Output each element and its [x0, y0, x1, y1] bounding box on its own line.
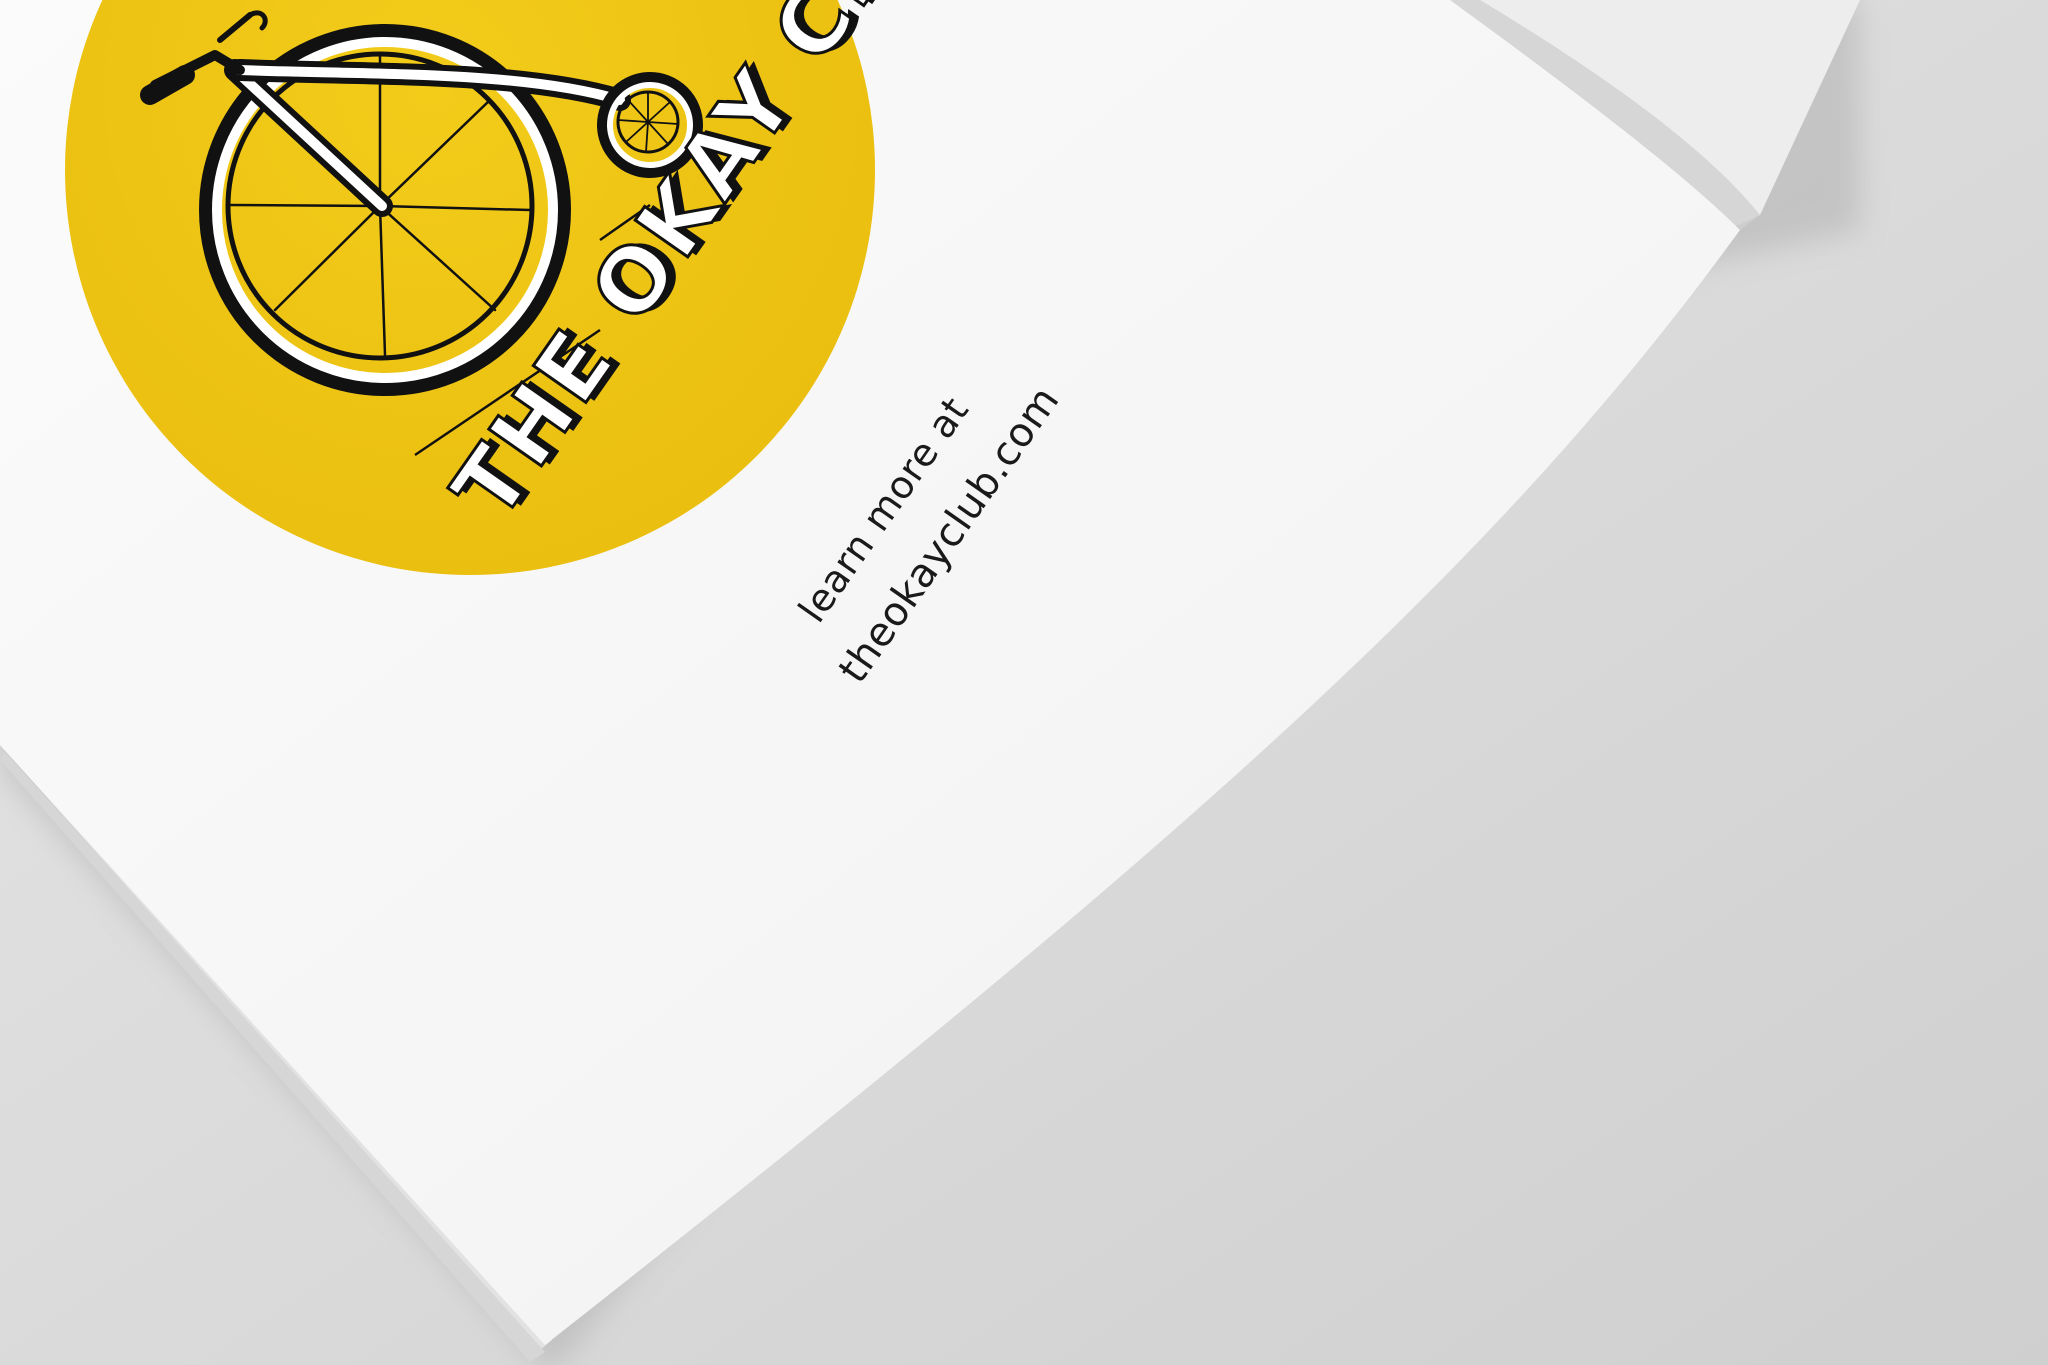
- magazine-scene: THE OKAY CLUB THE OKAY CLUB: [0, 0, 2048, 1365]
